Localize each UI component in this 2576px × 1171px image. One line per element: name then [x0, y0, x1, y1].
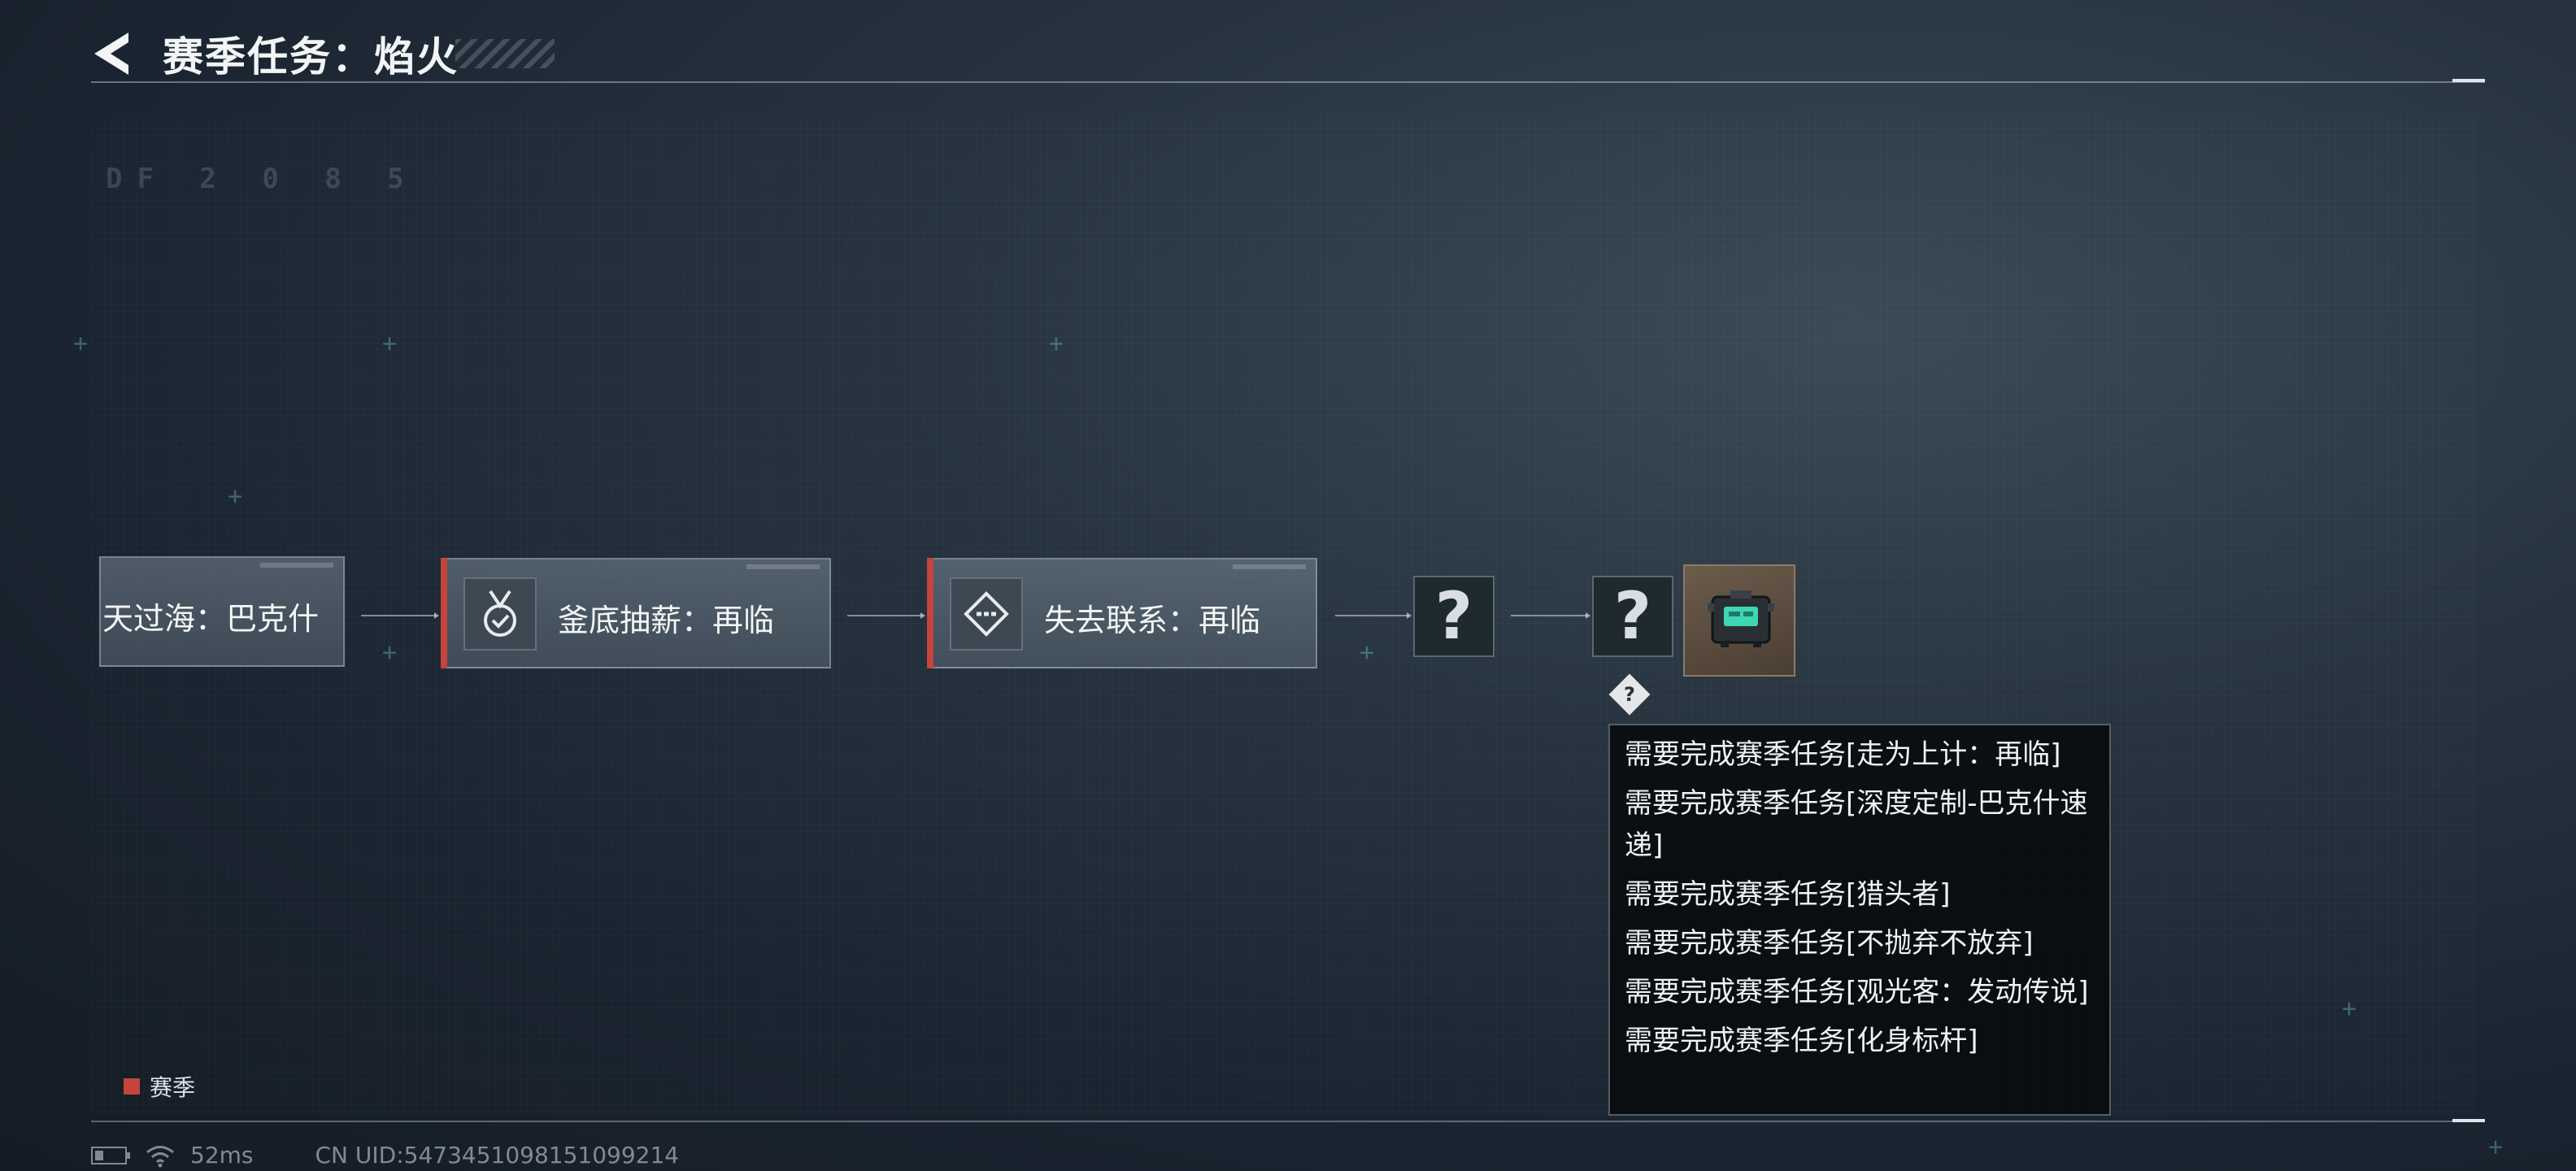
- question-mark-icon: ?: [1624, 683, 1635, 706]
- back-arrow-icon: [94, 33, 128, 75]
- quest-node[interactable]: 天过海：巴克什: [99, 556, 345, 667]
- question-mark-icon: ?: [1434, 578, 1473, 654]
- chain-connector: [361, 612, 439, 619]
- locked-quest-node[interactable]: ?: [1592, 576, 1673, 657]
- wifi-icon: [146, 1145, 174, 1167]
- user-uid: CN UID:5473451098151099214: [315, 1142, 680, 1169]
- requirement-info-button[interactable]: ?: [1608, 673, 1651, 716]
- locked-quest-node[interactable]: ?: [1413, 576, 1495, 657]
- requirement-item: 需要完成赛季任务[走为上计：再临]: [1625, 738, 2061, 771]
- requirement-item: 需要完成赛季任务[不抛弃不放弃]: [1625, 927, 2034, 960]
- season-marker: [441, 558, 447, 668]
- header-divider-accent: [2452, 79, 2485, 82]
- node-serial: [1233, 564, 1306, 569]
- hud-crosshair: +: [382, 638, 398, 667]
- chain-connector: [1335, 612, 1412, 619]
- diamond-signal-icon: [950, 577, 1023, 651]
- battery-icon: [91, 1146, 130, 1164]
- footer-divider: [91, 1121, 2485, 1122]
- node-serial: [260, 563, 333, 568]
- medal-check-icon: [463, 577, 537, 651]
- requirement-item: 需要完成赛季任务[深度定制-巴克什速递]: [1625, 787, 2088, 862]
- ping-readout: 52ms: [190, 1142, 254, 1169]
- page-title: 赛季任务：焰火: [163, 33, 459, 81]
- requirement-item: 需要完成赛季任务[观光客：发动传说]: [1625, 976, 2089, 1008]
- hud-crosshair: +: [2488, 1133, 2504, 1161]
- back-button[interactable]: [89, 29, 135, 78]
- background-hud-code: DF 2 0 8 5: [106, 163, 419, 195]
- footer-divider-accent: [2452, 1119, 2485, 1122]
- device-item-icon: [1708, 590, 1774, 647]
- title-decoration: [455, 39, 555, 68]
- chain-connector: [1511, 612, 1590, 619]
- hud-crosshair: +: [73, 329, 89, 358]
- quest-node-season[interactable]: 失去联系：再临: [927, 558, 1317, 668]
- header-divider: [91, 81, 2485, 83]
- legend: 赛季: [124, 1070, 195, 1103]
- hud-crosshair: +: [382, 329, 398, 358]
- quest-node-label: 釜底抽薪：再临: [558, 603, 775, 638]
- quest-node-label: 天过海：巴克什: [102, 601, 320, 637]
- chain-connector: [847, 612, 925, 619]
- requirement-item: 需要完成赛季任务[化身标杆]: [1625, 1025, 1978, 1057]
- reward-item[interactable]: [1683, 564, 1795, 677]
- quest-node-season[interactable]: 釜底抽薪：再临: [441, 558, 831, 668]
- page-header: 赛季任务：焰火: [0, 0, 2576, 85]
- legend-swatch: [124, 1078, 140, 1095]
- hud-crosshair: +: [228, 482, 243, 511]
- hud-crosshair: +: [2342, 995, 2357, 1023]
- status-bar: 52ms CN UID:5473451098151099214: [91, 1142, 679, 1169]
- node-serial: [746, 564, 820, 569]
- hud-crosshair: +: [1360, 638, 1375, 667]
- quest-node-label: 失去联系：再临: [1044, 603, 1261, 638]
- question-mark-icon: ?: [1613, 578, 1652, 654]
- season-marker: [927, 558, 933, 668]
- hud-crosshair: +: [1049, 329, 1064, 358]
- requirements-tooltip: 需要完成赛季任务[走为上计：再临] 需要完成赛季任务[深度定制-巴克什速递] 需…: [1608, 724, 2111, 1116]
- legend-label: 赛季: [150, 1074, 196, 1101]
- requirement-item: 需要完成赛季任务[猎头者]: [1625, 878, 1951, 911]
